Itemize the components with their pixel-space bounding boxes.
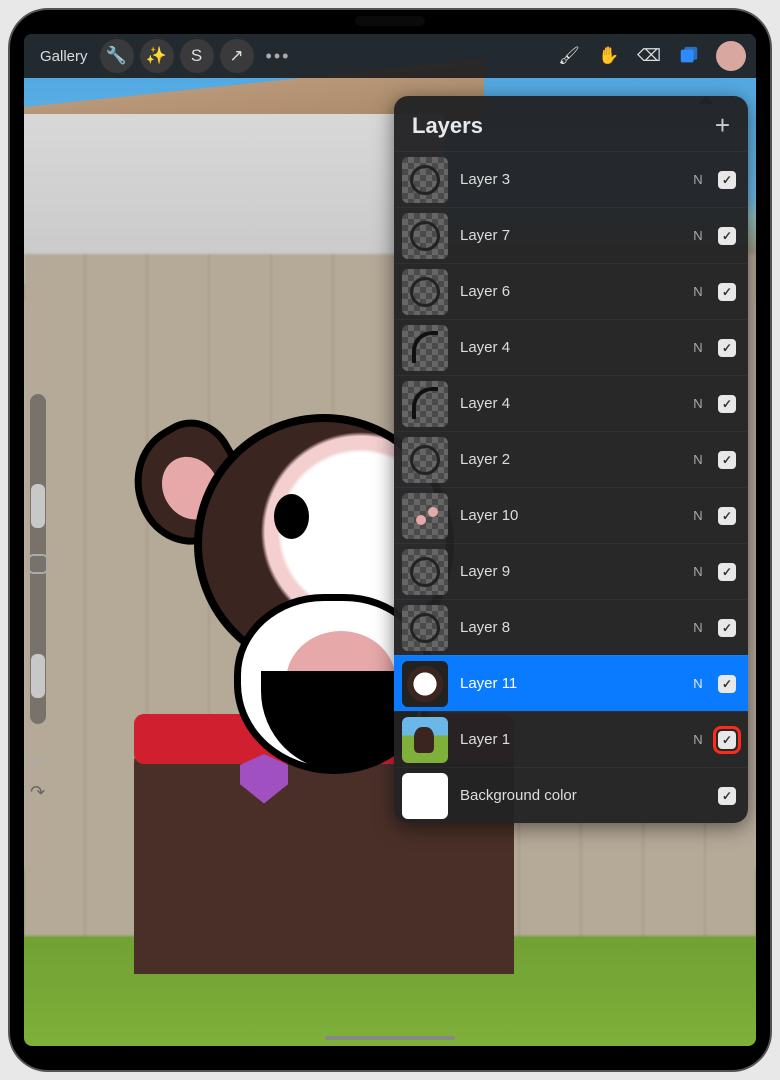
layer-row[interactable]: Layer 3 N	[394, 151, 748, 207]
layer-thumbnail	[402, 213, 448, 259]
layer-row[interactable]: Layer 9 N	[394, 543, 748, 599]
layer-row[interactable]: Layer 6 N	[394, 263, 748, 319]
visibility-checkbox[interactable]	[718, 227, 736, 245]
blend-mode[interactable]: N	[690, 396, 706, 411]
panel-title: Layers	[412, 113, 483, 139]
layer-row[interactable]: Layer 10 N	[394, 487, 748, 543]
blend-mode[interactable]: N	[690, 508, 706, 523]
transform-icon[interactable]: ↗	[220, 39, 254, 73]
layer-name: Layer 3	[460, 171, 678, 188]
visibility-checkbox[interactable]	[718, 675, 736, 693]
layer-name: Background color	[460, 787, 678, 804]
layer-name: Layer 11	[460, 675, 678, 692]
brush-icon[interactable]: 🖌	[552, 39, 586, 73]
slider-thumb[interactable]	[31, 654, 45, 698]
layer-thumbnail	[402, 381, 448, 427]
home-indicator[interactable]	[325, 1036, 455, 1040]
blend-mode[interactable]: N	[690, 620, 706, 635]
eraser-icon[interactable]: ⌫	[632, 39, 666, 73]
blend-mode[interactable]: N	[690, 732, 706, 747]
redo-button[interactable]: ↷	[30, 782, 45, 803]
layer-thumbnail	[402, 269, 448, 315]
adjustments-icon[interactable]: ✨	[140, 39, 174, 73]
visibility-checkbox[interactable]	[718, 171, 736, 189]
gallery-button[interactable]: Gallery	[34, 48, 94, 65]
blend-mode[interactable]: N	[690, 284, 706, 299]
layer-thumbnail	[402, 661, 448, 707]
slider-thumb[interactable]	[31, 484, 45, 528]
ipad-frame: ↶ ↷ Gallery 🔧 ✨ S ↗ ••• 🖌 ✋ ⌫ Layers +	[8, 8, 772, 1072]
modify-button[interactable]	[28, 554, 48, 574]
layer-thumbnail	[402, 605, 448, 651]
app-screen: ↶ ↷ Gallery 🔧 ✨ S ↗ ••• 🖌 ✋ ⌫ Layers +	[24, 34, 756, 1046]
front-camera	[355, 16, 425, 26]
layer-thumbnail	[402, 493, 448, 539]
visibility-checkbox[interactable]	[718, 619, 736, 637]
add-layer-button[interactable]: +	[715, 110, 730, 141]
layer-name: Layer 9	[460, 563, 678, 580]
layer-row-selected[interactable]: Layer 11 N	[394, 655, 748, 711]
visibility-checkbox[interactable]	[718, 283, 736, 301]
layer-thumbnail	[402, 717, 448, 763]
layer-row[interactable]: Layer 1 N	[394, 711, 748, 767]
layer-name: Layer 1	[460, 731, 678, 748]
layer-thumbnail	[402, 157, 448, 203]
visibility-checkbox[interactable]	[718, 395, 736, 413]
layer-name: Layer 7	[460, 227, 678, 244]
selection-icon[interactable]: S	[180, 39, 214, 73]
layer-row[interactable]: Layer 2 N	[394, 431, 748, 487]
layers-icon[interactable]	[672, 39, 706, 73]
visibility-checkbox[interactable]	[718, 451, 736, 469]
visibility-checkbox[interactable]	[718, 563, 736, 581]
color-picker[interactable]	[716, 41, 746, 71]
layer-thumbnail	[402, 773, 448, 819]
smudge-icon[interactable]: ✋	[592, 39, 626, 73]
visibility-checkbox[interactable]	[718, 339, 736, 357]
layers-panel: Layers + Layer 3 N Layer 7 N Layer 6 N	[394, 96, 748, 823]
layer-thumbnail	[402, 549, 448, 595]
blend-mode[interactable]: N	[690, 340, 706, 355]
layer-row[interactable]: Layer 4 N	[394, 375, 748, 431]
layer-row-background[interactable]: Background color	[394, 767, 748, 823]
layer-row[interactable]: Layer 7 N	[394, 207, 748, 263]
top-toolbar: Gallery 🔧 ✨ S ↗ ••• 🖌 ✋ ⌫	[24, 34, 756, 78]
tutorial-highlight	[713, 726, 741, 754]
visibility-checkbox[interactable]	[718, 787, 736, 805]
visibility-checkbox[interactable]	[718, 731, 736, 749]
more-icon[interactable]: •••	[260, 46, 297, 67]
blend-mode[interactable]: N	[690, 676, 706, 691]
layer-thumbnail	[402, 437, 448, 483]
layer-name: Layer 8	[460, 619, 678, 636]
layer-name: Layer 2	[460, 451, 678, 468]
undo-button[interactable]: ↶	[30, 754, 45, 775]
blend-mode[interactable]: N	[690, 228, 706, 243]
blend-mode[interactable]: N	[690, 452, 706, 467]
visibility-checkbox[interactable]	[718, 507, 736, 525]
layer-name: Layer 4	[460, 339, 678, 356]
blend-mode[interactable]: N	[690, 172, 706, 187]
actions-icon[interactable]: 🔧	[100, 39, 134, 73]
layer-thumbnail	[402, 325, 448, 371]
layer-row[interactable]: Layer 4 N	[394, 319, 748, 375]
layer-name: Layer 4	[460, 395, 678, 412]
blend-mode[interactable]: N	[690, 564, 706, 579]
layer-name: Layer 6	[460, 283, 678, 300]
layer-name: Layer 10	[460, 507, 678, 524]
layer-row[interactable]: Layer 8 N	[394, 599, 748, 655]
